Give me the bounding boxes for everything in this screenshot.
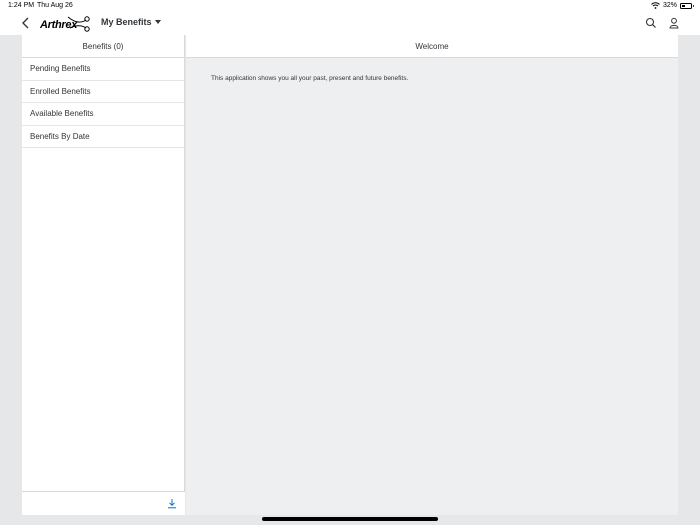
welcome-message: This application shows you all your past… (211, 75, 409, 82)
wifi-icon (651, 2, 660, 9)
battery-level (682, 4, 685, 7)
master-footer (22, 491, 185, 515)
status-bar: 1:24 PM Thu Aug 26 32% (0, 0, 700, 12)
status-time: 1:24 PM (8, 2, 35, 9)
download-icon[interactable] (167, 498, 177, 509)
list-item-benefits-by-date[interactable]: Benefits By Date (22, 126, 184, 148)
user-icon[interactable] (668, 17, 680, 29)
app-title: My Benefits (101, 17, 152, 27)
status-right: 32% (651, 2, 694, 9)
master-panel: Benefits (0) Pending Benefits Enrolled B… (22, 35, 185, 515)
caret-down-icon (154, 20, 161, 24)
list-item-pending-benefits[interactable]: Pending Benefits (22, 58, 184, 81)
detail-title: Welcome (186, 35, 678, 58)
company-logo: Arthrex (40, 14, 92, 34)
battery-percent: 32% (662, 2, 677, 9)
list-item-enrolled-benefits[interactable]: Enrolled Benefits (22, 81, 184, 103)
back-icon[interactable] (20, 16, 32, 30)
search-icon[interactable] (645, 17, 657, 29)
detail-panel: Welcome This application shows you all y… (186, 35, 678, 515)
battery-icon (680, 2, 694, 9)
list-item-available-benefits[interactable]: Available Benefits (22, 103, 184, 126)
status-date: Thu Aug 26 (37, 2, 73, 9)
app-title-menu[interactable]: My Benefits (101, 17, 161, 27)
master-title: Benefits (0) (22, 35, 184, 58)
shell-bar: Arthrex My Benefits (0, 12, 700, 35)
scissors-logo-icon (67, 16, 90, 32)
home-indicator[interactable] (262, 517, 438, 521)
